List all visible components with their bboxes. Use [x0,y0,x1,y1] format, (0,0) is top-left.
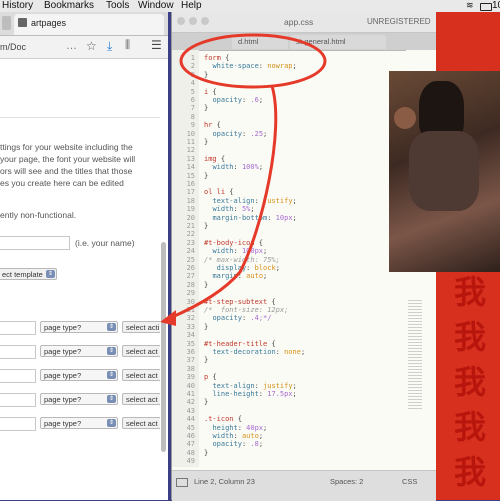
annotation-overlay [160,33,327,326]
annotation-arrowhead [160,310,176,326]
annotation-arrow-line [169,85,278,320]
annotation-ellipse [179,33,327,89]
